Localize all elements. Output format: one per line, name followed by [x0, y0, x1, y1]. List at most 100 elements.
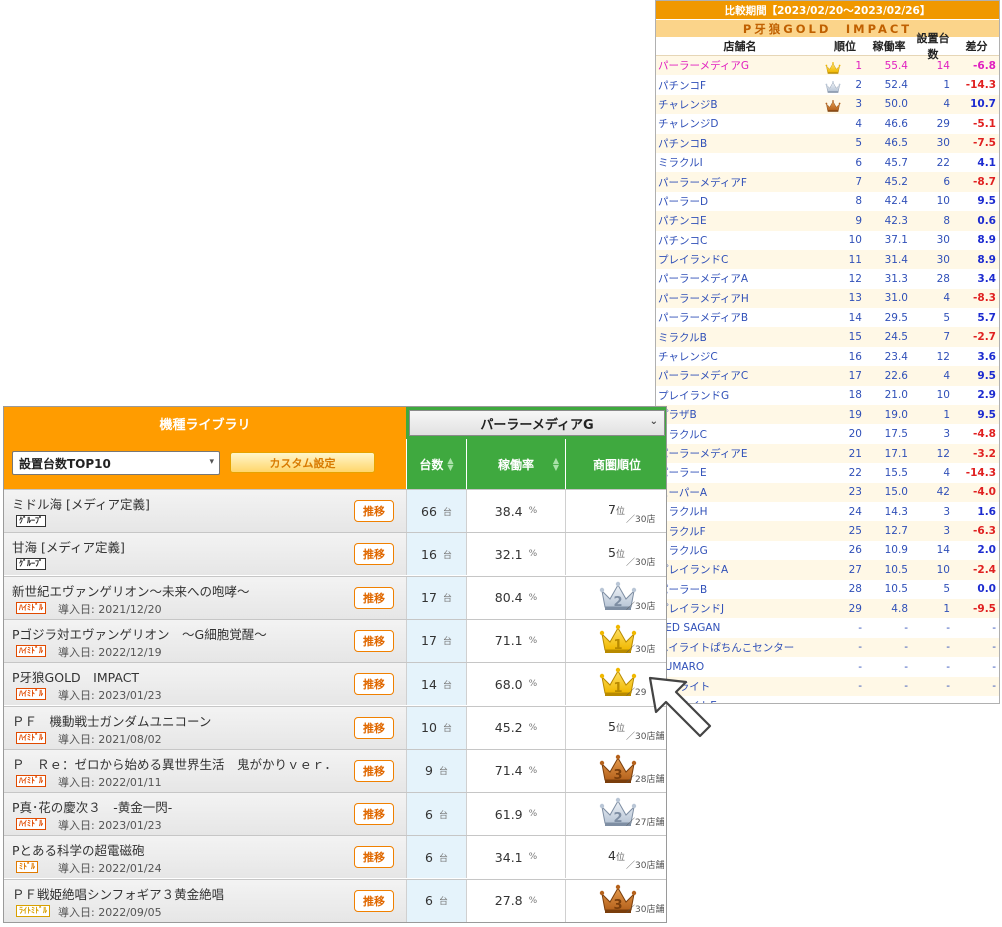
trend-button[interactable]: 推移 [354, 673, 394, 696]
store-diff: -2.4 [973, 563, 996, 576]
store-name[interactable]: パチンコC [656, 233, 824, 248]
unit-count-suffix: 台 [442, 507, 452, 518]
store-units: 14 [936, 59, 950, 72]
column-rate-header[interactable]: 稼働率 ▲ ▼ [466, 439, 565, 489]
table-row[interactable]: ＰＦ戦姫絶唱シンフォギア３黄金絶唱 ﾗｲﾄﾐﾄﾞﾙ 導入日: 2022/09/05 推… [4, 878, 666, 922]
store-rank: 5 [824, 137, 866, 149]
machine-name[interactable]: 新世紀エヴァンゲリオン～未来への咆哮～ [12, 581, 250, 600]
store-rank: 11 [824, 254, 866, 266]
store-name[interactable]: ミラクルI [656, 155, 824, 170]
store-name[interactable]: パチンコE [656, 213, 824, 228]
store-rank: - [824, 641, 866, 653]
store-name[interactable]: パーラーメディアF [656, 175, 824, 190]
utilization-unit: % [528, 852, 538, 863]
trend-button[interactable]: 推移 [354, 629, 394, 652]
store-name[interactable]: ミラクルC [656, 427, 824, 442]
machine-name[interactable]: ミドル海 [メディア定義] [12, 494, 150, 513]
custom-settings-button[interactable]: カスタム設定 [230, 452, 375, 473]
store-name[interactable]: ミラクルH [656, 504, 824, 519]
trend-button[interactable]: 推移 [354, 586, 394, 609]
table-row[interactable]: Ｐ Ｒｅ：ゼロから始める異世界生活 鬼がかりｖｅｒ． ﾊｲﾐﾄﾞﾙ 導入日: 202… [4, 748, 666, 792]
table-row[interactable]: P牙狼GOLD IMPACT ﾊｲﾐﾄﾞﾙ 導入日: 2023/01/23 推移 14 … [4, 662, 666, 706]
trend-button[interactable]: 推移 [354, 889, 394, 912]
table-row[interactable]: Pゴジラ対エヴァンゲリオン ～G細胞覚醒～ ﾊｲﾐﾄﾞﾙ 導入日: 2022/12/… [4, 618, 666, 662]
trend-button[interactable]: 推移 [354, 803, 394, 826]
machine-name[interactable]: ＰＦ 機動戦士ガンダムユニコーン [12, 711, 211, 730]
store-rank: 9 [824, 215, 866, 227]
store-name[interactable]: プレイランドJ [656, 601, 824, 616]
table-row[interactable]: P真･花の慶次３ -黄金一閃- ﾊｲﾐﾄﾞﾙ 導入日: 2023/01/23 推移 6 … [4, 792, 666, 836]
store-units: 3 [943, 505, 950, 518]
store-units: 7 [943, 331, 950, 344]
sort-select[interactable]: 設置台数TOP10 ▾ [12, 451, 220, 475]
store-name[interactable]: パチンコB [656, 136, 824, 151]
store-name[interactable]: ハイライトぱちんこセンター [656, 640, 824, 655]
store-units: - [946, 680, 950, 693]
store-rank: - [824, 680, 866, 692]
sort-icon[interactable]: ▲ ▼ [447, 457, 453, 472]
store-rank-value: - [824, 700, 862, 703]
header-rate: 稼働率 [872, 40, 906, 53]
store-rate: 31.4 [884, 253, 908, 266]
machine-name[interactable]: Ｐ Ｒｅ：ゼロから始める異世界生活 鬼がかりｖｅｒ． [12, 754, 337, 773]
store-name[interactable]: パーラーB [656, 582, 824, 597]
store-name[interactable]: パーラーD [656, 194, 824, 209]
machine-name[interactable]: 甘海 [メディア定義] [12, 537, 125, 556]
store-diff: -7.5 [973, 137, 996, 150]
comparison-header-row: 店舗名 順位 稼働率 設置台数 差分 [656, 32, 999, 61]
machine-name[interactable]: P真･花の慶次３ -黄金一閃- [12, 797, 172, 816]
store-rank-value: 28 [848, 583, 862, 596]
store-units: 14 [936, 544, 950, 557]
store-rank-value: 11 [848, 253, 862, 266]
trend-button[interactable]: 推移 [354, 846, 394, 869]
table-row[interactable]: 新世紀エヴァンゲリオン～未来への咆哮～ ﾊｲﾐﾄﾞﾙ 導入日: 2021/12/20… [4, 575, 666, 619]
store-name[interactable]: パーラーメディアE [656, 446, 824, 461]
crown-icon [824, 61, 842, 75]
store-name[interactable]: パーラーメディアG [656, 58, 824, 73]
column-rank-header[interactable]: 商圏順位 [565, 439, 666, 489]
store-name[interactable]: プレイランドC [656, 252, 824, 267]
store-rate: 12.7 [884, 525, 908, 538]
store-name[interactable]: プレイランドG [656, 388, 824, 403]
table-row[interactable]: ＰＦ 機動戦士ガンダムユニコーン ﾊｲﾐﾄﾞﾙ 導入日: 2021/08/02 推移 1… [4, 705, 666, 749]
trend-button[interactable]: 推移 [354, 716, 394, 739]
store-name[interactable]: ミラクルB [656, 330, 824, 345]
machine-name[interactable]: P牙狼GOLD IMPACT [12, 667, 139, 686]
store-name[interactable]: パーラーメディアB [656, 310, 824, 325]
column-count-header[interactable]: 台数 ▲ ▼ [406, 439, 466, 489]
area-rank-suffix: 位 [615, 723, 625, 734]
store-rank: 16 [824, 351, 866, 363]
trend-button[interactable]: 推移 [354, 759, 394, 782]
store-name[interactable]: パーラーメディアH [656, 291, 824, 306]
trend-button[interactable]: 推移 [354, 543, 394, 566]
store-name[interactable]: パーラーE [656, 465, 824, 480]
store-name[interactable]: プレイランドA [656, 562, 824, 577]
store-name[interactable]: パーラーメディアA [656, 271, 824, 286]
unit-count-cell: 16 台 [406, 533, 466, 576]
unit-count: 66 [421, 503, 437, 519]
store-name[interactable]: チャレンジB [656, 97, 824, 112]
store-name[interactable]: RED SAGAN [656, 622, 824, 634]
machine-name[interactable]: Pとある科学の超電磁砲 [12, 840, 145, 859]
store-name[interactable]: チャレンジC [656, 349, 824, 364]
store-diff: 5.7 [977, 311, 996, 324]
store-name[interactable]: スーパーA [656, 485, 824, 500]
unit-count: 6 [425, 893, 433, 909]
sort-icon[interactable]: ▲ ▼ [553, 457, 559, 472]
store-name[interactable]: ミラクルG [656, 543, 824, 558]
store-select[interactable]: パーラーメディアG ⌄ [409, 410, 665, 436]
store-name[interactable]: プラザB [656, 407, 824, 422]
machine-name[interactable]: Pゴジラ対エヴァンゲリオン ～G細胞覚醒～ [12, 624, 267, 643]
table-row[interactable]: 甘海 [メディア定義] ｸﾞﾙｰﾌﾟ 推移 16 台 32.1 % 5位 ／30店 [4, 532, 666, 576]
store-name[interactable]: ミラクルF [656, 524, 824, 539]
table-row[interactable]: ミドル海 [メディア定義] ｸﾞﾙｰﾌﾟ 推移 66 台 38.4 % 7位 ／30店 [4, 489, 666, 532]
list-item: プレイランドC 11 31.4 30 8.9 [656, 249, 999, 270]
store-rate: 10.9 [884, 544, 908, 557]
store-name[interactable]: パーラーメディアC [656, 368, 824, 383]
store-name[interactable]: パチンコF [656, 78, 824, 93]
trend-button[interactable]: 推移 [354, 500, 394, 522]
table-row[interactable]: Pとある科学の超電磁砲 ﾐﾄﾞﾙ 導入日: 2022/01/24 推移 6 台 34.1 … [4, 835, 666, 879]
store-name[interactable]: チャレンジD [656, 116, 824, 131]
machine-name[interactable]: ＰＦ戦姫絶唱シンフォギア３黄金絶唱 [12, 884, 224, 903]
list-item: ミラクルB 15 24.5 7 -2.7 [656, 327, 999, 347]
